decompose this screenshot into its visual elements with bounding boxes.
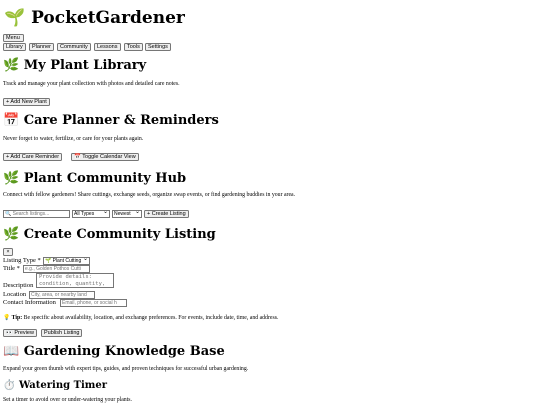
contact-input[interactable]: Email, phone, or social h	[60, 299, 127, 307]
calendar-icon: 📅	[3, 113, 20, 128]
preview-button[interactable]: 👀 Preview	[3, 329, 37, 337]
app-header: 🌱 PocketGardener	[4, 8, 185, 28]
tip-text: 💡 Tip: Be specific about availability, l…	[3, 315, 278, 321]
sort-value: Newest	[114, 211, 131, 217]
library-title: My Plant Library	[23, 58, 147, 73]
tip-body: Be specific about availability, location…	[23, 315, 279, 321]
planner-description: Never forget to water, fertilize, or car…	[3, 136, 144, 142]
planner-heading: 📅 Care Planner & Reminders	[3, 113, 219, 128]
title-input[interactable]: e.g., Golden Pothos Cutti	[23, 265, 90, 273]
timer-description: Set a timer to avoid over or under-water…	[3, 397, 132, 403]
type-filter-value: All Types	[74, 211, 95, 217]
knowledge-title: Gardening Knowledge Base	[23, 344, 225, 359]
listing-type-select[interactable]: 🌱 Plant Cutting	[43, 257, 90, 265]
add-plant-button[interactable]: + Add New Plant	[3, 98, 50, 106]
lightbulb-icon: 💡	[3, 315, 11, 321]
library-description: Track and manage your plant collection w…	[3, 81, 180, 87]
timer-heading: ⏱️ Watering Timer	[3, 380, 107, 391]
nav-item-planner[interactable]: Planner	[29, 43, 54, 51]
library-heading: 🌿 My Plant Library	[3, 58, 146, 73]
nav-item-community[interactable]: Community	[57, 43, 91, 51]
description-label: Description	[3, 282, 34, 289]
location-label: Location	[3, 291, 27, 298]
sort-select[interactable]: Newest	[112, 210, 142, 218]
herb-icon: 🌿	[3, 171, 20, 186]
menu-button[interactable]: Menu	[3, 34, 24, 42]
close-icon[interactable]: ×	[3, 248, 13, 256]
timer-title: Watering Timer	[18, 380, 108, 391]
toggle-calendar-button[interactable]: 📅 Toggle Calendar View	[71, 153, 139, 161]
nav-item-lessons[interactable]: Lessons	[94, 43, 121, 51]
listing-form-heading: 🌿 Create Community Listing	[3, 227, 216, 242]
type-filter-select[interactable]: All Types	[72, 210, 110, 218]
herb-icon: 🌿	[3, 227, 20, 242]
title-label: Title *	[3, 265, 20, 272]
nav-item-tools[interactable]: Tools	[124, 43, 143, 51]
tip-label: Tip:	[11, 315, 23, 321]
planner-title: Care Planner & Reminders	[23, 113, 219, 128]
herb-icon: 🌿	[3, 58, 20, 73]
stopwatch-icon: ⏱️	[3, 380, 16, 391]
community-description: Connect with fellow gardeners! Share cut…	[3, 192, 296, 198]
community-title: Plant Community Hub	[23, 171, 187, 186]
seedling-icon: 🌱	[4, 8, 26, 28]
book-icon: 📖	[3, 344, 20, 359]
create-listing-button[interactable]: + Create Listing	[144, 210, 189, 218]
listing-type-value: 🌱 Plant Cutting	[45, 258, 82, 264]
community-heading: 🌿 Plant Community Hub	[3, 171, 186, 186]
nav-item-settings[interactable]: Settings	[145, 43, 171, 51]
nav-item-library[interactable]: Library	[3, 43, 26, 51]
location-input[interactable]: City, area, or nearby land	[29, 291, 95, 299]
listing-form-title: Create Community Listing	[23, 227, 216, 242]
search-input[interactable]: 🔍 Search listings...	[3, 210, 70, 218]
listing-type-label: Listing Type *	[3, 257, 41, 264]
app-title: PocketGardener	[31, 8, 185, 28]
knowledge-description: Expand your green thumb with expert tips…	[3, 366, 249, 372]
knowledge-heading: 📖 Gardening Knowledge Base	[3, 344, 225, 359]
publish-listing-button[interactable]: Publish Listing	[41, 329, 83, 337]
contact-label: Contact Information	[3, 299, 56, 306]
description-textarea[interactable]: Provide details: condition, quantity,	[36, 273, 114, 288]
add-reminder-button[interactable]: + Add Care Reminder	[3, 153, 63, 161]
